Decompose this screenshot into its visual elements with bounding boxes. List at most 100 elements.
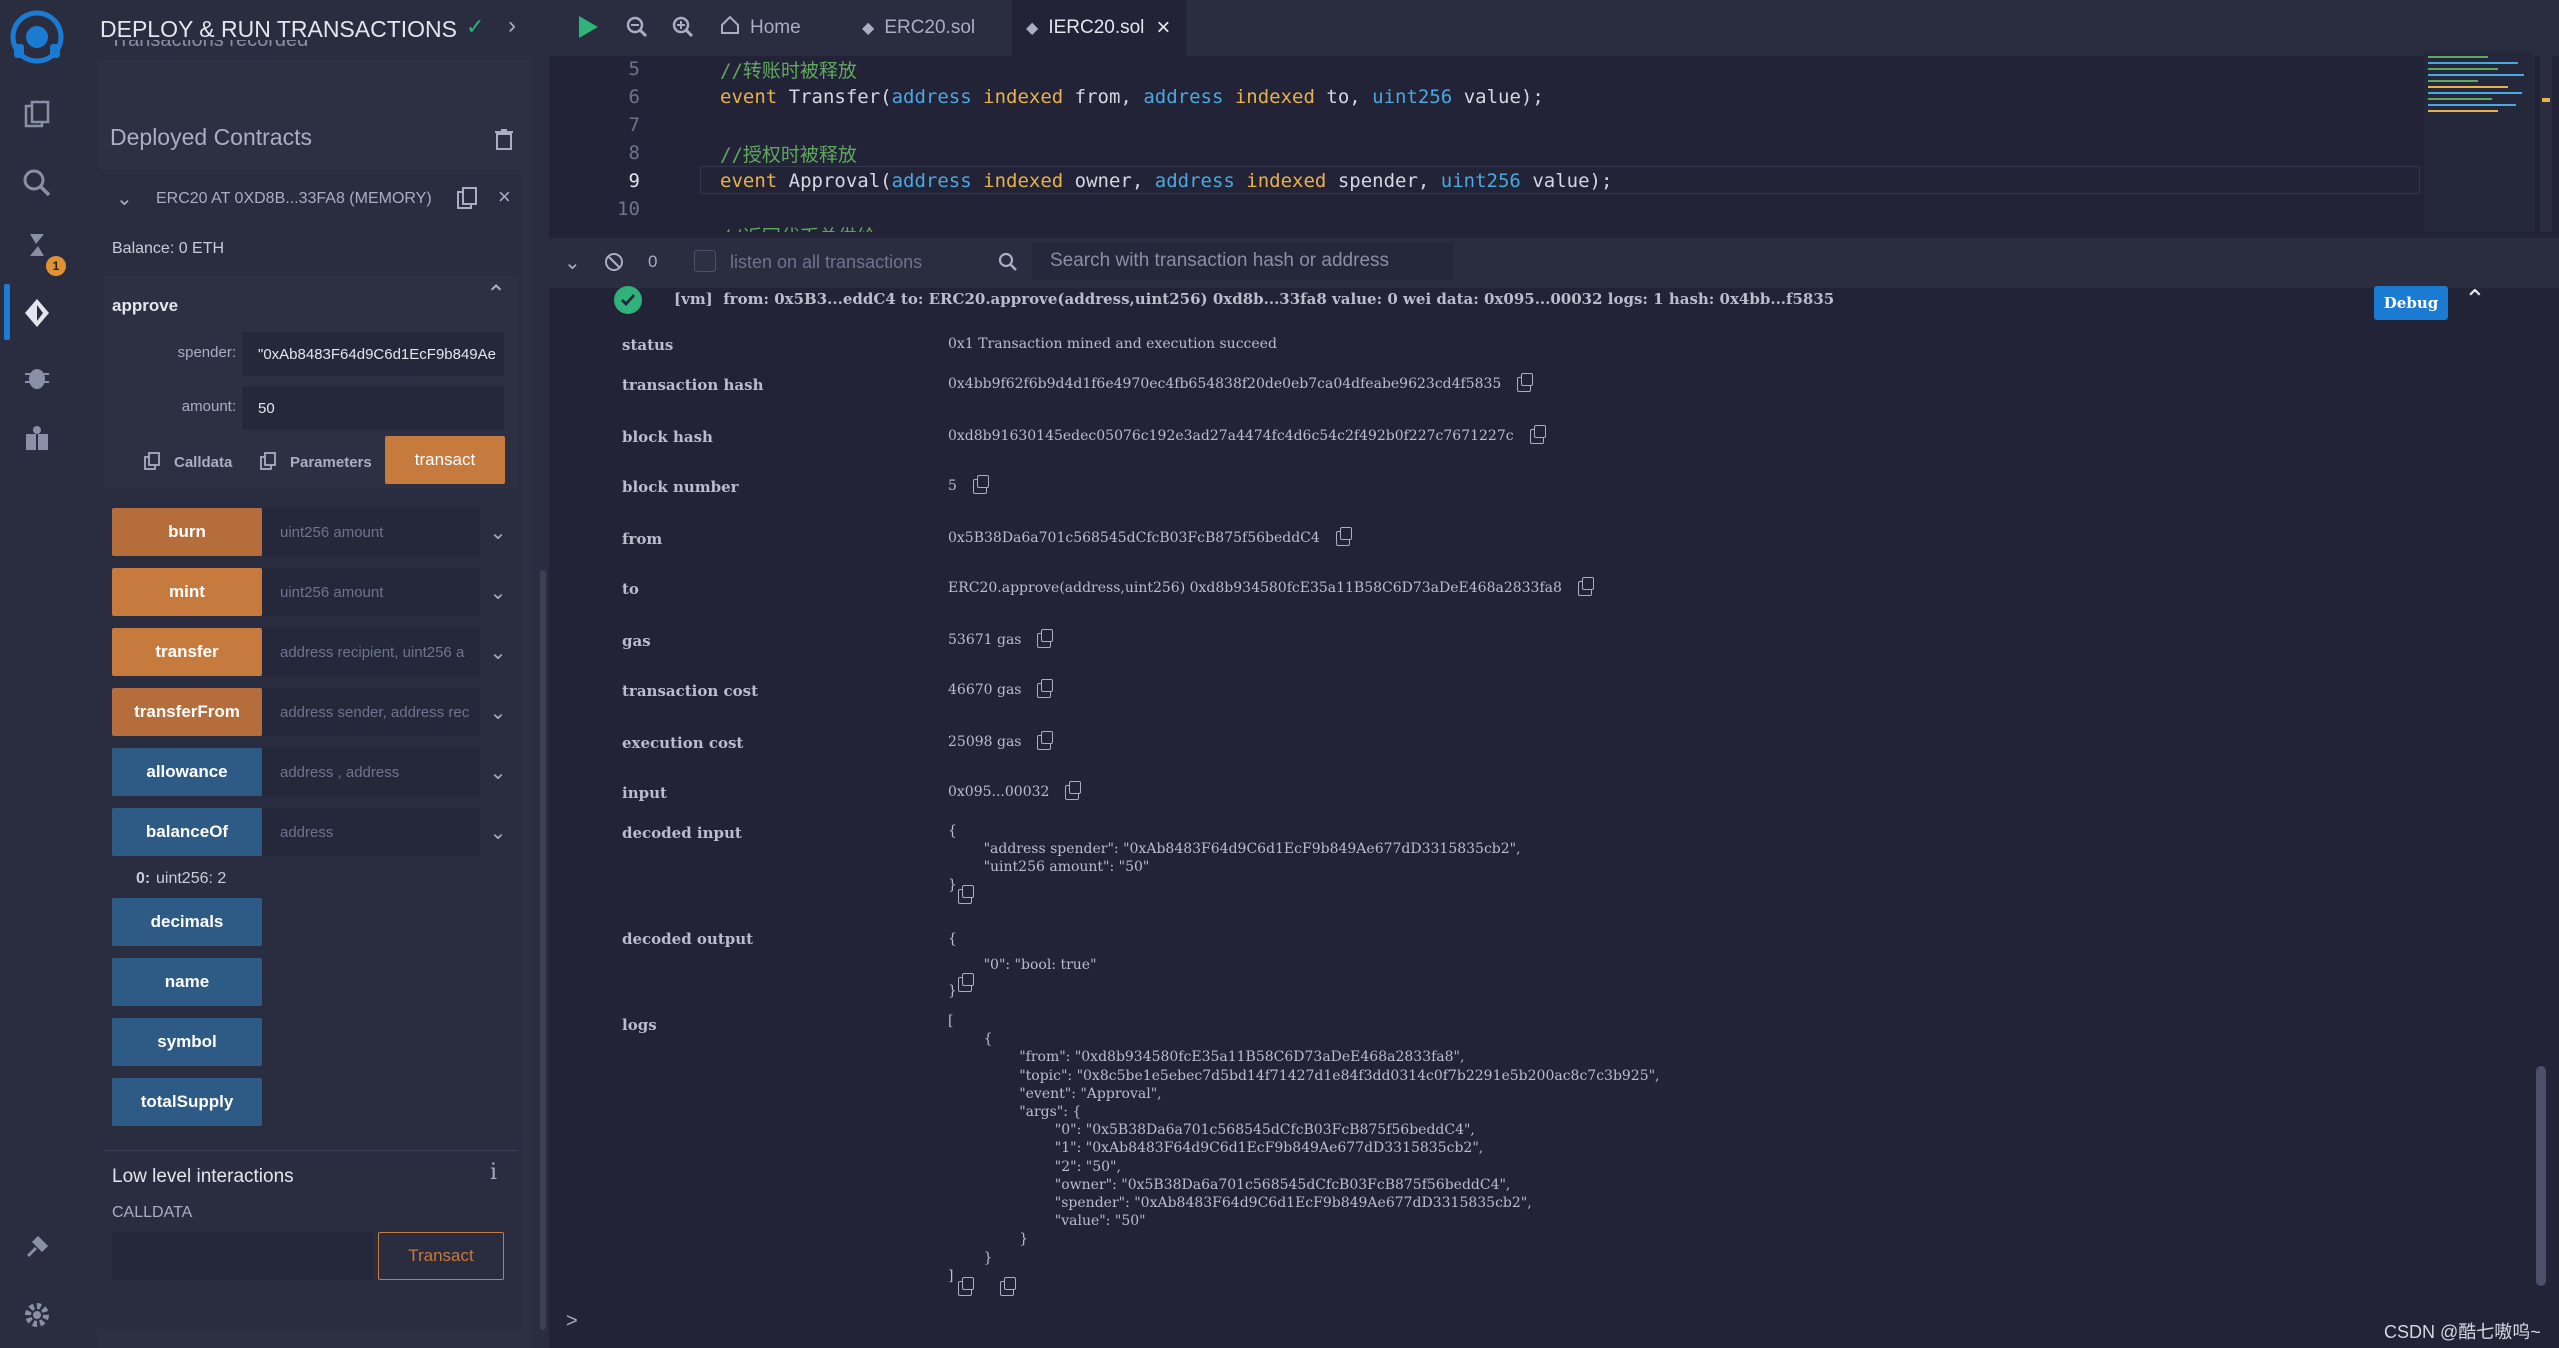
mint-button[interactable]: mint	[112, 568, 262, 616]
tx-value-execution-cost: 25098 gas	[948, 730, 1054, 750]
remix-logo-icon[interactable]	[8, 8, 66, 66]
copy-icon[interactable]	[1037, 628, 1054, 648]
check-icon: ✓	[466, 14, 485, 39]
run-play-icon[interactable]	[576, 14, 600, 45]
copy-icon[interactable]	[1037, 730, 1054, 750]
tab-ierc20[interactable]: ◆ IERC20.sol ×	[1012, 0, 1186, 56]
close-contract-icon[interactable]: ×	[498, 184, 511, 210]
calldata-button[interactable]: Calldata	[174, 454, 232, 471]
collapse-tx-chevron-icon[interactable]: ⌃	[2464, 284, 2486, 315]
transferfrom-button[interactable]: transferFrom	[112, 688, 262, 736]
debug-button[interactable]: Debug	[2374, 286, 2448, 320]
terminal-scrollbar[interactable]	[2536, 1066, 2546, 1286]
tx-value-block-hash: 0xd8b91630145edec05076c192e3ad27a4474fc4…	[948, 424, 1546, 444]
tx-value-from: 0x5B38Da6a701c568545dCfcB03FcB875f56bedd…	[948, 526, 1352, 546]
transferfrom-expand-chevron-icon[interactable]: ⌄	[484, 688, 512, 736]
spender-input[interactable]: "0xAb8483F64d9C6d1EcF9b849Ae	[242, 332, 504, 376]
copy-icon[interactable]	[958, 973, 974, 994]
copy-icon[interactable]	[1335, 526, 1352, 546]
collapse-terminal-icon[interactable]: ⌄	[564, 250, 581, 275]
calldata-copy-icon[interactable]	[144, 452, 160, 475]
burn-expand-chevron-icon[interactable]: ⌄	[484, 508, 512, 556]
copy-icon[interactable]	[1577, 576, 1594, 596]
burn-input[interactable]: uint256 amount	[262, 508, 480, 556]
code-comment: //转账时被释放	[720, 60, 857, 82]
tx-key-hash: transaction hash	[622, 376, 764, 394]
copy-icon[interactable]	[1517, 372, 1534, 392]
tab-ierc20-label: IERC20.sol	[1048, 17, 1145, 38]
copy-icon[interactable]	[958, 885, 974, 906]
compiler-badge: 1	[46, 256, 66, 276]
trash-icon[interactable]	[494, 128, 514, 155]
zoom-in-icon[interactable]	[672, 16, 694, 43]
search-icon[interactable]	[20, 166, 54, 200]
learneth-icon[interactable]	[20, 422, 54, 456]
tab-erc20[interactable]: ◆ ERC20.sol	[862, 0, 1002, 56]
calldata-input[interactable]	[112, 1232, 374, 1280]
spender-label: spender:	[177, 344, 236, 361]
transfer-input[interactable]: address recipient, uint256 a	[262, 628, 480, 676]
line-number: 8	[628, 142, 640, 164]
panel-resize-handle[interactable]	[540, 570, 546, 1330]
pending-count: 0	[648, 252, 658, 271]
divider	[104, 1150, 518, 1151]
zoom-out-icon[interactable]	[626, 16, 648, 43]
chevron-right-icon[interactable]: ›	[508, 12, 516, 40]
low-level-transact-button[interactable]: Transact	[378, 1232, 504, 1280]
close-tab-icon[interactable]: ×	[1156, 14, 1170, 42]
debugger-icon[interactable]	[20, 360, 54, 394]
contract-name[interactable]: ERC20 AT 0XD8B...33FA8 (MEMORY)	[156, 190, 432, 208]
success-check-icon	[614, 286, 642, 314]
panel-title: DEPLOY & RUN TRANSACTIONS	[100, 16, 458, 42]
copy-icon[interactable]	[1000, 1277, 1016, 1298]
settings-gear-icon[interactable]	[20, 1298, 54, 1332]
copy-icon[interactable]	[1037, 678, 1054, 698]
file-explorer-icon[interactable]	[20, 98, 54, 132]
approve-transact-button[interactable]: transact	[385, 436, 505, 484]
parameters-button[interactable]: Parameters	[290, 454, 372, 471]
name-button[interactable]: name	[112, 958, 262, 1006]
tab-erc20-label: ERC20.sol	[884, 17, 976, 38]
parameters-copy-icon[interactable]	[260, 452, 276, 475]
totalsupply-button[interactable]: totalSupply	[112, 1078, 262, 1126]
editor-scrollbar[interactable]	[2540, 52, 2552, 232]
plugin-manager-icon[interactable]	[20, 1230, 54, 1264]
copy-address-icon[interactable]	[456, 186, 478, 215]
terminal-prompt[interactable]: >	[566, 1310, 578, 1333]
transfer-button[interactable]: transfer	[112, 628, 262, 676]
info-icon[interactable]: i	[490, 1160, 497, 1185]
allowance-button[interactable]: allowance	[112, 748, 262, 796]
tx-key-block-number: block number	[622, 478, 739, 496]
transfer-expand-chevron-icon[interactable]: ⌄	[484, 628, 512, 676]
allowance-expand-chevron-icon[interactable]: ⌄	[484, 748, 512, 796]
balanceof-input[interactable]: address	[262, 808, 480, 856]
copy-icon[interactable]	[958, 1277, 974, 1298]
solidity-compiler-icon[interactable]	[20, 228, 54, 262]
balanceof-button[interactable]: balanceOf	[112, 808, 262, 856]
tx-key-status: status	[622, 336, 674, 354]
allowance-input[interactable]: address , address	[262, 748, 480, 796]
minimap[interactable]	[2424, 52, 2534, 232]
copy-icon[interactable]	[1065, 780, 1082, 800]
listen-checkbox[interactable]	[694, 250, 716, 272]
balanceof-expand-chevron-icon[interactable]: ⌄	[484, 808, 512, 856]
decimals-button[interactable]: decimals	[112, 898, 262, 946]
transaction-summary[interactable]: [vm] from: 0x5B3...eddC4 to: ERC20.appro…	[674, 290, 1834, 308]
transferfrom-input[interactable]: address sender, address rec	[262, 688, 480, 736]
chevron-up-icon[interactable]: ⌃	[486, 280, 506, 309]
clear-console-icon[interactable]	[604, 252, 624, 277]
chevron-down-icon[interactable]: ⌄	[116, 186, 133, 211]
active-indicator	[4, 284, 10, 340]
transaction-search-input[interactable]: Search with transaction hash or address	[1032, 242, 1454, 280]
burn-button[interactable]: burn	[112, 508, 262, 556]
tab-home[interactable]: Home	[720, 0, 846, 56]
mint-expand-chevron-icon[interactable]: ⌄	[484, 568, 512, 616]
mint-input[interactable]: uint256 amount	[262, 568, 480, 616]
amount-input[interactable]: 50	[242, 386, 504, 430]
symbol-button[interactable]: symbol	[112, 1018, 262, 1066]
copy-icon[interactable]	[1529, 424, 1546, 444]
deploy-run-icon[interactable]	[20, 296, 54, 330]
code-line-9: event Approval(address indexed owner, ad…	[720, 170, 1613, 192]
home-icon	[720, 15, 740, 41]
copy-icon[interactable]	[972, 474, 989, 494]
